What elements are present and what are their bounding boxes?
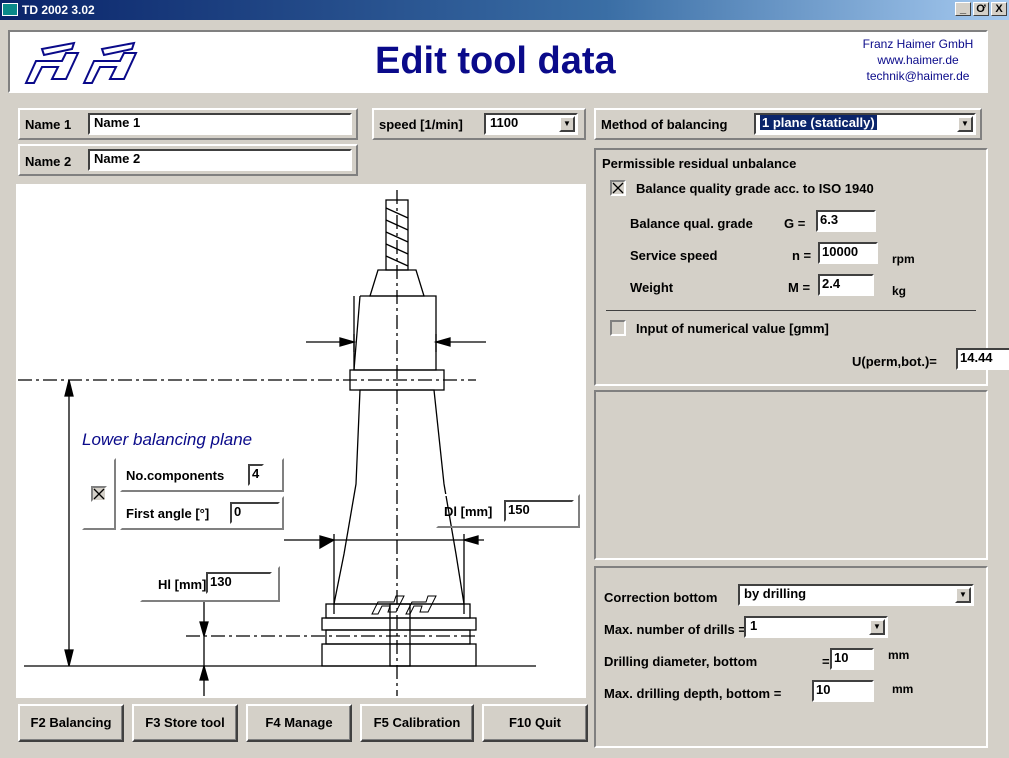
drills-value: 1 bbox=[750, 618, 758, 633]
drills-label: Max. number of drills = bbox=[604, 622, 746, 637]
numeric-label: Input of numerical value [gmm] bbox=[636, 321, 829, 336]
dl-input[interactable]: 150 bbox=[504, 500, 574, 522]
grade-symbol: G = bbox=[784, 216, 806, 231]
name1-label: Name 1 bbox=[25, 117, 72, 132]
name2-input[interactable]: Name 2 bbox=[88, 149, 352, 171]
grade-label: Balance qual. grade bbox=[630, 216, 753, 231]
speed-label: speed [1/min] bbox=[379, 117, 463, 132]
drilling-diameter-label: Drilling diameter, bottom bbox=[604, 654, 758, 669]
f2-balancing-button[interactable]: F2 Balancing bbox=[18, 704, 124, 742]
numeric-checkbox[interactable] bbox=[610, 320, 626, 336]
window-titlebar: TD 2002 3.02 _ Ơ X bbox=[0, 0, 1009, 20]
uperm-label: U(perm,bot.)= bbox=[852, 354, 937, 369]
company-website: www.haimer.de bbox=[877, 53, 959, 67]
first-angle-input[interactable]: 0 bbox=[230, 502, 280, 524]
method-select[interactable]: 1 plane (statically) ▼ bbox=[754, 113, 976, 135]
unbalance-panel: Permissible residual unbalance Balance q… bbox=[594, 148, 1009, 386]
iso-checkbox[interactable] bbox=[610, 180, 626, 196]
company-info: Franz Haimer GmbH www.haimer.de technik@… bbox=[848, 36, 988, 84]
page-title: Edit tool data bbox=[375, 40, 616, 82]
window-title: TD 2002 3.02 bbox=[22, 3, 95, 17]
lower-plane-label: Lower balancing plane bbox=[82, 430, 253, 449]
drills-select[interactable]: 1 ▼ bbox=[744, 616, 888, 638]
correction-panel: Correction bottom by drilling ▼ Max. num… bbox=[594, 566, 988, 748]
f4-manage-button[interactable]: F4 Manage bbox=[246, 704, 352, 742]
components-checkbox-cell bbox=[82, 458, 116, 530]
components-group: No.components 4 bbox=[120, 458, 284, 492]
service-speed-label: Service speed bbox=[630, 248, 718, 263]
maximize-button[interactable]: Ơ bbox=[973, 2, 989, 16]
header-panel: Edit tool data Franz Haimer GmbH www.hai… bbox=[8, 30, 988, 93]
dl-label: Dl [mm] bbox=[444, 504, 493, 519]
drilling-diameter-unit: mm bbox=[888, 648, 910, 662]
drilling-diameter-input[interactable]: 10 bbox=[830, 648, 874, 670]
name2-group: Name 2 Name 2 bbox=[18, 144, 358, 176]
weight-symbol: M = bbox=[788, 280, 811, 295]
speed-value: 1100 bbox=[490, 115, 519, 130]
weight-unit: kg bbox=[892, 284, 907, 298]
f3-store-tool-button[interactable]: F3 Store tool bbox=[132, 704, 238, 742]
method-group: Method of balancing 1 plane (statically)… bbox=[594, 108, 982, 140]
correction-label: Correction bottom bbox=[604, 590, 718, 605]
first-angle-label: First angle [°] bbox=[126, 506, 210, 521]
correction-select[interactable]: by drilling ▼ bbox=[738, 584, 974, 606]
hl-input[interactable]: 130 bbox=[206, 572, 272, 594]
components-checkbox[interactable] bbox=[91, 486, 107, 502]
speed-dropdown-icon[interactable]: ▼ bbox=[559, 116, 575, 132]
method-label: Method of balancing bbox=[601, 117, 728, 132]
service-speed-unit: rpm bbox=[892, 252, 915, 266]
speed-select[interactable]: 1100 ▼ bbox=[484, 113, 578, 135]
method-dropdown-icon[interactable]: ▼ bbox=[957, 116, 973, 132]
speed-group: speed [1/min] 1100 ▼ bbox=[372, 108, 586, 140]
iso-label: Balance quality grade acc. to ISO 1940 bbox=[636, 181, 874, 196]
dl-group: Dl [mm] 150 bbox=[436, 494, 580, 528]
components-input[interactable]: 4 bbox=[248, 464, 264, 486]
section-divider bbox=[606, 310, 976, 311]
f5-calibration-button[interactable]: F5 Calibration bbox=[360, 704, 474, 742]
drilling-depth-input[interactable]: 10 bbox=[812, 680, 874, 702]
close-button[interactable]: X bbox=[991, 2, 1007, 16]
hl-label: Hl [mm] bbox=[158, 577, 207, 592]
uperm-input[interactable]: 14.44 bbox=[956, 348, 1009, 370]
weight-input[interactable]: 2.4 bbox=[818, 274, 874, 296]
hl-group: Hl [mm] 130 bbox=[140, 566, 280, 602]
first-angle-group: First angle [°] 0 bbox=[120, 496, 284, 530]
correction-value: by drilling bbox=[744, 586, 807, 601]
name1-input[interactable]: Name 1 bbox=[88, 113, 352, 135]
service-speed-input[interactable]: 10000 bbox=[818, 242, 878, 264]
haimer-logo bbox=[24, 41, 138, 84]
unbalance-section-title: Permissible residual unbalance bbox=[602, 156, 797, 171]
name2-label: Name 2 bbox=[25, 154, 72, 169]
components-label: No.components bbox=[126, 468, 225, 483]
grade-input[interactable]: 6.3 bbox=[816, 210, 876, 232]
drilling-diameter-eq: = bbox=[822, 654, 830, 669]
correction-dropdown-icon[interactable]: ▼ bbox=[955, 587, 971, 603]
drilling-depth-label: Max. drilling depth, bottom = bbox=[604, 686, 782, 701]
weight-label: Weight bbox=[630, 280, 674, 295]
company-email: technik@haimer.de bbox=[866, 69, 970, 83]
empty-panel bbox=[594, 390, 988, 560]
method-value: 1 plane (statically) bbox=[760, 115, 877, 130]
drilling-depth-unit: mm bbox=[892, 682, 914, 696]
company-name: Franz Haimer GmbH bbox=[862, 37, 974, 51]
drills-dropdown-icon[interactable]: ▼ bbox=[869, 619, 885, 635]
app-icon bbox=[2, 3, 18, 16]
name1-group: Name 1 Name 1 bbox=[18, 108, 358, 140]
tool-drawing-area: Lower balancing plane No.components 4 Fi… bbox=[16, 184, 586, 698]
f10-quit-button[interactable]: F10 Quit bbox=[482, 704, 588, 742]
service-speed-symbol: n = bbox=[792, 248, 812, 263]
minimize-button[interactable]: _ bbox=[955, 2, 971, 16]
